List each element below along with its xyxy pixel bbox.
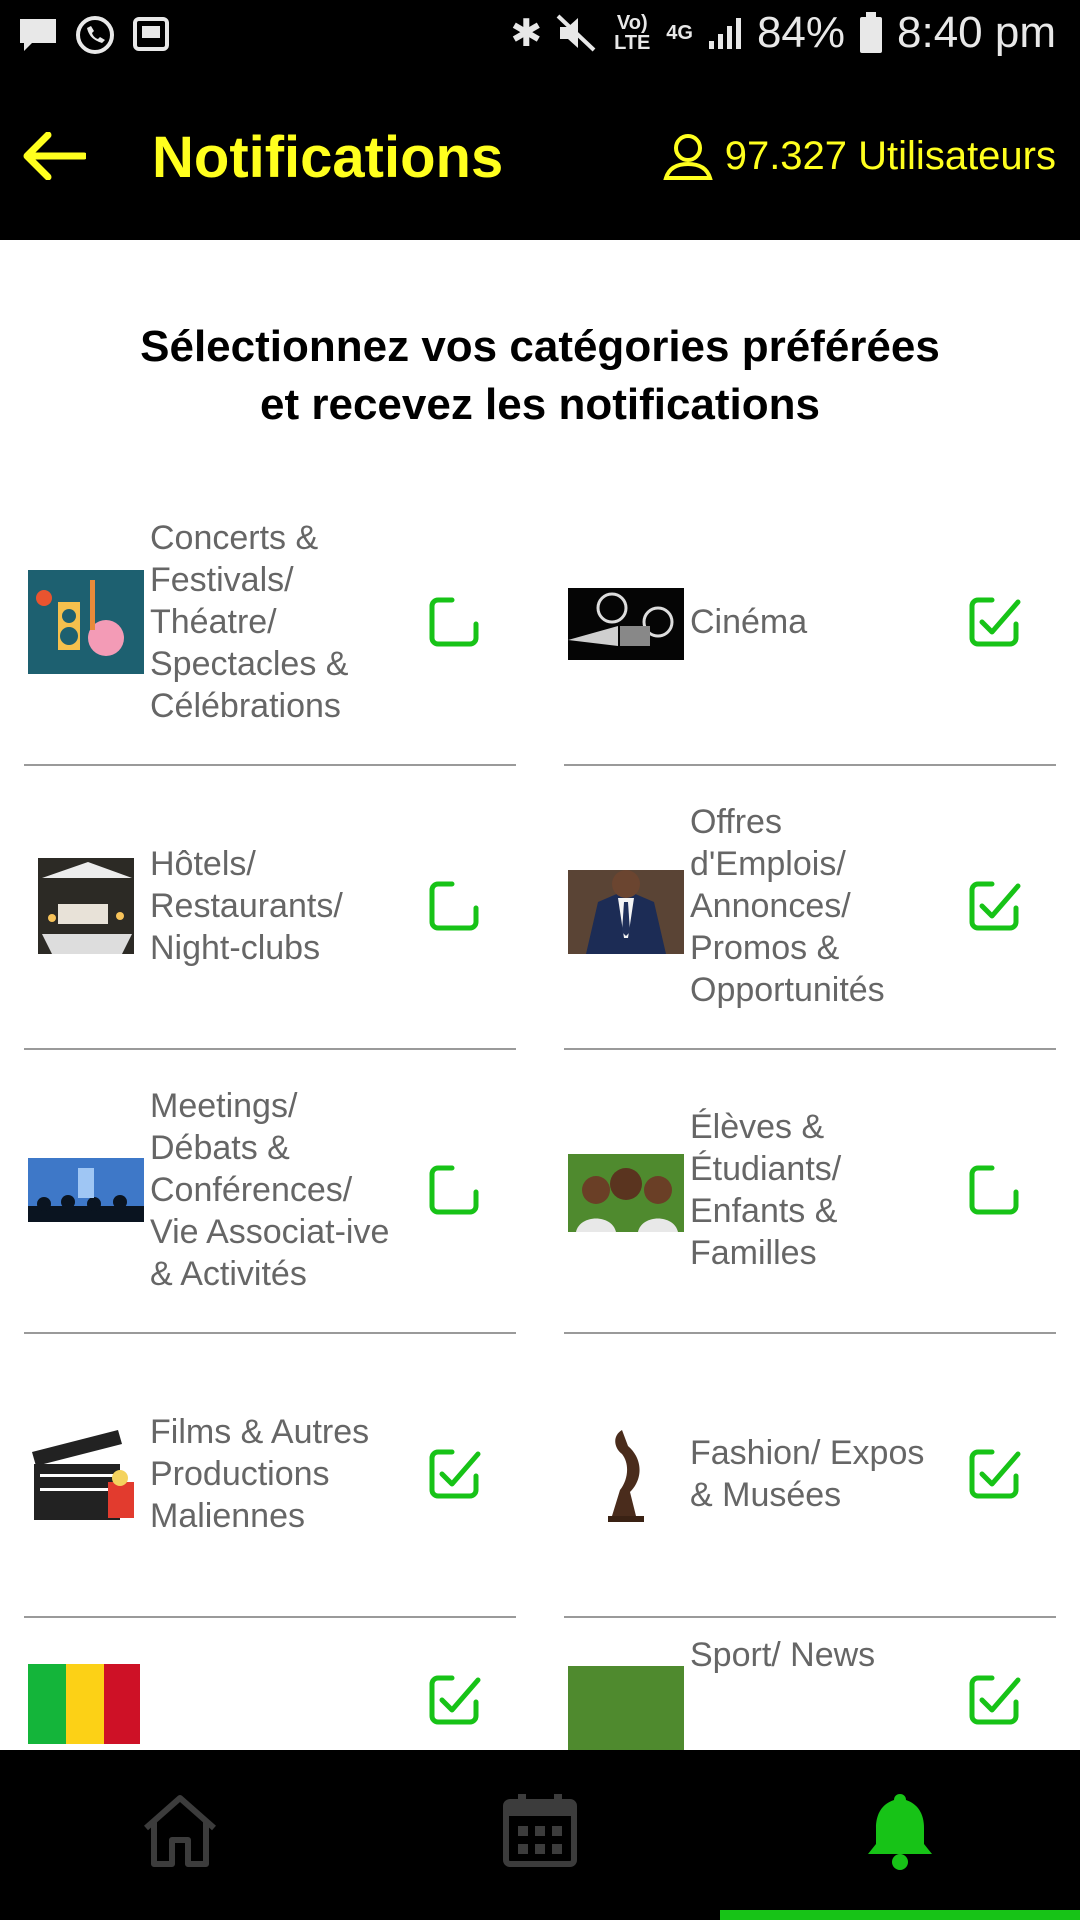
checkbox-unchecked-icon[interactable] [426,878,482,934]
checkbox-checked-icon[interactable] [966,1672,1022,1728]
intro-line-1: Sélectionnez vos catégories préférées [140,322,940,371]
category-students[interactable]: Élèves & Étudiants/ Enfants & Familles [564,1048,1056,1334]
mali-flag-thumbnail [28,1656,144,1750]
checkbox-unchecked-icon[interactable] [426,1162,482,1218]
category-label: Élèves & Étudiants/ Enfants & Familles [690,1108,842,1272]
category-label: Films & Autres Productions Maliennes [150,1413,370,1535]
battery-percentage: 84% [756,8,846,57]
bottom-navigation [0,1750,1080,1920]
jobs-thumbnail [568,854,684,958]
category-jobs[interactable]: Offres d'Emplois/ Annonces/ Promos & Opp… [564,764,1056,1050]
page-title: Notifications [152,125,504,190]
category-mali[interactable] [24,1616,516,1750]
message-icon [20,19,56,51]
category-label: Cinéma [690,603,808,641]
category-label: Sport/ News [690,1636,876,1674]
checkbox-checked-icon[interactable] [426,1446,482,1502]
category-label: Hôtels/ Restaurants/ Night-clubs [150,845,343,967]
app-bar: Notifications 97.327 Utilisateurs [0,72,1080,240]
category-label: Meetings/ Débats & Conférences/ Vie Asso… [150,1087,390,1293]
sport-thumbnail [568,1666,684,1750]
home-icon[interactable] [140,1790,220,1870]
category-list[interactable]: Sélectionnez vos catégories préférées et… [0,240,1080,1750]
back-arrow-icon[interactable] [22,132,86,180]
storage-icon [133,17,169,51]
category-hotels[interactable]: Hôtels/ Restaurants/ Night-clubs [24,764,516,1050]
concerts-thumbnail [28,570,144,674]
user-icon [663,134,713,180]
category-sport[interactable]: Sport/ News [564,1616,1056,1750]
checkbox-unchecked-icon[interactable] [966,1162,1022,1218]
network-type: 4G [666,22,693,44]
active-tab-indicator [720,1910,1080,1920]
meetings-thumbnail [28,1138,144,1242]
checkbox-checked-icon[interactable] [966,594,1022,650]
clock: 8:40 pm [897,8,1056,57]
category-cinema[interactable]: Cinéma [564,480,1056,766]
intro-line-2: et recevez les notifications [260,380,820,429]
battery-icon [860,12,883,53]
category-concerts[interactable]: Concerts & Festivals/ Théatre/ Spectacle… [24,480,516,766]
signal-icon [708,18,741,49]
checkbox-checked-icon[interactable] [966,1446,1022,1502]
bluetooth-icon: ✱ [510,12,543,55]
user-count: 97.327 Utilisateurs [663,132,1056,180]
bell-icon[interactable] [860,1790,940,1870]
category-films[interactable]: Films & Autres Productions Maliennes [24,1332,516,1618]
cinema-thumbnail [568,570,684,674]
checkbox-unchecked-icon[interactable] [426,594,482,650]
category-fashion[interactable]: Fashion/ Expos & Musées [564,1332,1056,1618]
mute-icon [556,14,596,52]
user-count-label: 97.327 Utilisateurs [724,133,1056,178]
students-thumbnail [568,1138,684,1242]
volte-indicator: Vo) LTE [614,12,651,54]
calendar-icon[interactable] [500,1790,580,1870]
category-meetings[interactable]: Meetings/ Débats & Conférences/ Vie Asso… [24,1048,516,1334]
intro-text: Sélectionnez vos catégories préférées et… [0,318,1080,434]
whatsapp-icon [76,16,114,54]
fashion-thumbnail [568,1422,684,1526]
status-bar: ✱ Vo) LTE 4G 84% 8:40 pm [0,0,1080,72]
category-label: Concerts & Festivals/ Théatre/ Spectacle… [150,519,349,725]
checkbox-checked-icon[interactable] [966,878,1022,934]
hotels-thumbnail [28,854,144,958]
films-thumbnail [28,1422,144,1526]
category-label: Fashion/ Expos & Musées [690,1434,925,1514]
category-label: Offres d'Emplois/ Annonces/ Promos & Opp… [690,803,885,1009]
checkbox-checked-icon[interactable] [426,1672,482,1728]
